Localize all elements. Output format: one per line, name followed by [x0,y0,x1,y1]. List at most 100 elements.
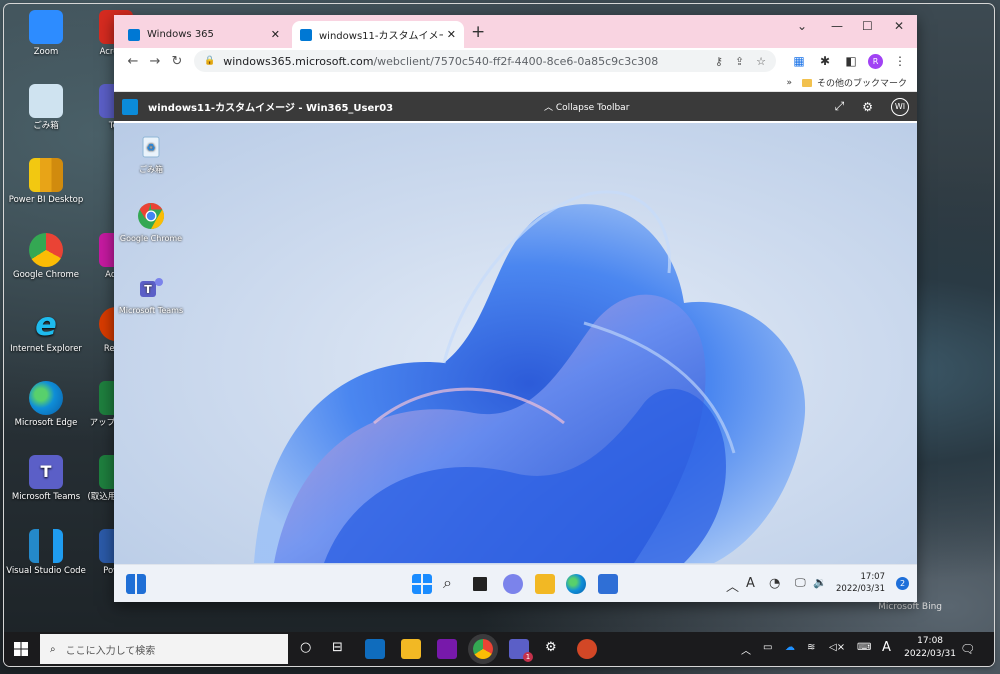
volume-muted-icon[interactable]: ◁× [829,642,845,653]
tray-chevron-up-icon[interactable]: ︿ [726,576,739,595]
battery-icon[interactable]: ▭ [763,642,772,653]
power-bi-icon [29,158,63,192]
collapse-toolbar-button[interactable]: ︿ Collapse Toolbar [544,100,629,113]
focus-assist-icon[interactable]: ◔ [769,576,780,591]
task-view-icon[interactable]: ⊟ [332,640,343,655]
edge-icon [29,381,63,415]
tab-windows-365[interactable]: Windows 365 ✕ [120,21,288,48]
search-icon[interactable]: ⌕ [443,573,452,593]
bookmark-star-icon[interactable]: ☆ [756,55,766,68]
minimize-button[interactable]: — [831,19,843,33]
apps-grid-icon[interactable]: ▦ [790,54,808,68]
cloud-pc-toolbar: windows11-カスタムイメージ - Win365_User03 ︿ Col… [114,92,917,121]
windows365-favicon [128,28,140,41]
remote-taskbar: ⌕ ︿ A ◔ 🖵 🔉 17:07 2022/03/31 2 [114,564,917,602]
zoom-icon [29,10,63,44]
svg-text:T: T [144,283,152,296]
vscode-icon [29,529,63,563]
chrome-icon[interactable] [473,639,493,659]
outlook-icon[interactable] [365,639,385,659]
host-clock[interactable]: 17:08 2022/03/31 [904,635,956,661]
forward-arrow-icon[interactable]: → [144,54,166,69]
desktop-icon-microsoft-teams[interactable]: T Microsoft Teams [6,455,86,503]
session-actions: ⤢ ⚙ WI [817,97,909,116]
address-bar[interactable]: 🔒 windows365.microsoft.com/webclient/757… [194,50,776,72]
task-view-icon[interactable] [473,577,487,591]
desktop-icon-vscode[interactable]: Visual Studio Code [6,529,86,577]
remote-icon-google-chrome[interactable]: Google Chrome [114,201,188,243]
widgets-icon[interactable] [126,574,146,594]
browser-toolbar: ← → ↻ 🔒 windows365.microsoft.com/webclie… [114,48,917,74]
teams-icon: T [29,455,63,489]
user-avatar[interactable]: WI [891,97,909,116]
reload-icon[interactable]: ↻ [166,54,188,69]
desktop-icon-recycle-bin[interactable]: ごみ箱 [6,84,86,132]
back-arrow-icon[interactable]: ← [122,54,144,69]
tab-windows11-session[interactable]: windows11-カスタムイメージ - Win3 ✕ [292,21,464,48]
windows365-favicon [300,28,312,41]
password-key-icon[interactable]: ⚷ [715,55,723,68]
recycle-bin-icon [29,84,63,118]
menu-kebab-icon[interactable]: ⋮ [891,54,909,68]
file-explorer-icon[interactable] [401,639,421,659]
onenote-icon[interactable] [437,639,457,659]
bookmarks-bar: » その他のブックマーク [114,74,917,92]
search-icon: ⌕ [50,643,56,655]
edge-icon[interactable] [566,574,586,594]
desktop-icon-google-chrome[interactable]: Google Chrome [6,233,86,281]
new-tab-button[interactable]: + [471,22,485,42]
extensions-puzzle-icon[interactable]: ✱ [816,54,834,68]
svg-text:♻: ♻ [147,143,156,154]
maximize-button[interactable]: ☐ [862,19,873,33]
settings-gear-icon[interactable]: ⚙ [862,100,873,114]
notification-badge[interactable]: 2 [896,577,909,590]
share-icon[interactable]: ⇪ [735,55,744,68]
teams-chat-icon[interactable] [503,574,523,594]
remote-icon-recycle-bin[interactable]: ♻ ごみ箱 [114,131,188,175]
cortana-icon[interactable]: ○ [300,640,311,655]
chrome-icon [138,202,165,230]
remote-icon-microsoft-teams[interactable]: T Microsoft Teams [114,273,188,315]
teams-icon: T [140,278,163,297]
ime-indicator[interactable]: A [882,640,891,655]
volume-icon[interactable]: 🔉 [813,576,827,589]
browser-window: Windows 365 ✕ windows11-カスタムイメージ - Win3 … [114,15,917,602]
bing-watermark: Microsoft Bing [878,602,942,612]
side-panel-icon[interactable]: ◧ [842,54,860,68]
network-icon[interactable]: 🖵 [795,576,806,590]
keyboard-icon[interactable]: ⌨ [857,642,871,653]
close-tab-icon[interactable]: ✕ [271,28,280,41]
profile-avatar[interactable]: R [868,53,883,69]
ime-indicator[interactable]: A [746,576,755,591]
settings-gear-icon[interactable]: ⚙ [545,640,557,655]
chrome-icon [29,233,63,267]
remote-desktop[interactable]: ♻ ごみ箱 Google Chrome T Microsoft Teams [114,123,917,564]
onedrive-cloud-icon[interactable]: ☁ [785,642,795,653]
bookmarks-overflow-chevron[interactable]: » [786,78,792,88]
host-screen: Zoom ごみ箱 Power BI Desktop Google Chrome … [4,4,994,666]
teams-icon[interactable]: 1 [509,639,533,662]
windows365-logo-icon [122,98,138,115]
desktop-icon-internet-explorer[interactable]: e Internet Explorer [6,307,86,355]
desktop-icon-zoom[interactable]: Zoom [6,10,86,58]
file-explorer-icon[interactable] [535,574,555,594]
windows-start-icon[interactable] [14,642,28,656]
notification-center-icon[interactable]: 🗨 [960,642,975,656]
fullscreen-icon[interactable]: ⤢ [835,99,845,114]
powerpoint-icon[interactable] [577,639,597,659]
other-bookmarks-folder[interactable]: その他のブックマーク [817,76,907,89]
remote-clock[interactable]: 17:07 2022/03/31 [836,571,885,595]
recycle-bin-icon: ♻ [142,136,160,158]
desktop-icon-microsoft-edge[interactable]: Microsoft Edge [6,381,86,429]
close-tab-icon[interactable]: ✕ [447,28,456,41]
lock-icon: 🔒 [204,56,216,66]
close-window-button[interactable]: ✕ [894,19,904,33]
taskbar-search-box[interactable]: ⌕ ここに入力して検索 [40,634,288,664]
tab-search-chevron-icon[interactable]: ⌄ [797,19,807,33]
desktop-icon-power-bi[interactable]: Power BI Desktop [6,158,86,206]
wifi-icon[interactable]: ≋ [807,642,815,653]
teams-badge: 1 [523,652,533,662]
store-icon[interactable] [598,574,618,594]
start-windows-icon[interactable] [412,574,432,594]
tray-chevron-up-icon[interactable]: ︿ [741,642,751,657]
